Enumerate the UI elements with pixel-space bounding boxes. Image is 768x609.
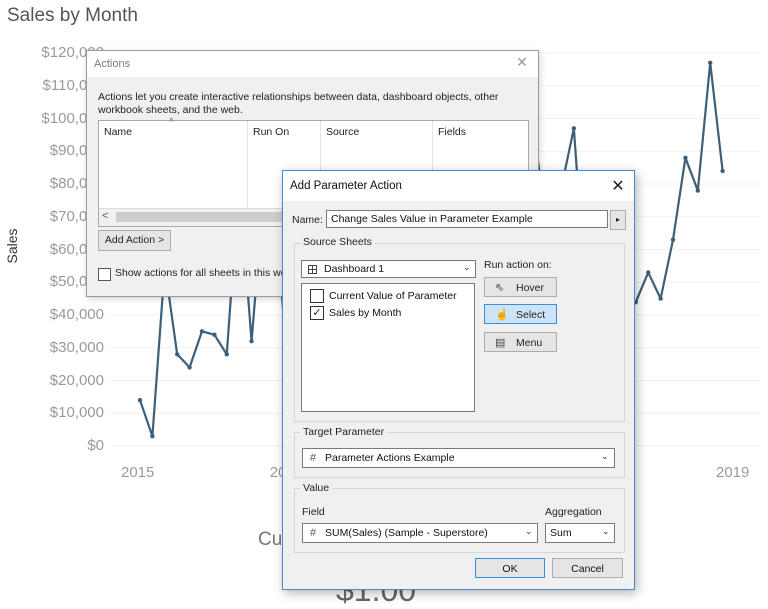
value-group bbox=[294, 488, 625, 553]
dashboard-value: Dashboard 1 bbox=[324, 263, 385, 275]
column-header-source[interactable]: Source bbox=[326, 126, 359, 138]
target-parameter-select[interactable]: # Parameter Actions Example ⌄ bbox=[302, 448, 615, 468]
sales-data-point bbox=[249, 339, 254, 344]
value-label: Value bbox=[300, 482, 333, 494]
cancel-button[interactable]: Cancel bbox=[552, 558, 623, 578]
actions-dialog-title: Actions bbox=[94, 58, 131, 70]
name-insert-arrow-icon[interactable]: ▸ bbox=[610, 210, 626, 230]
scrollbar-thumb[interactable] bbox=[116, 212, 296, 222]
field-select[interactable]: # SUM(Sales) (Sample - Superstore) ⌄ bbox=[302, 523, 538, 543]
aggregation-label: Aggregation bbox=[545, 506, 602, 518]
parameter-type-icon: # bbox=[310, 452, 317, 464]
target-parameter-value: Parameter Actions Example bbox=[325, 452, 455, 464]
close-icon[interactable]: ✕ bbox=[514, 54, 530, 71]
menu-click-icon: ▤ bbox=[495, 337, 506, 349]
add-parameter-action-dialog: Add Parameter Action ✕ Name: ▸ Source Sh… bbox=[282, 170, 635, 590]
run-on-menu-button[interactable]: ▤ Menu bbox=[484, 332, 557, 352]
dashboard-icon bbox=[308, 265, 317, 274]
chevron-down-icon: ⌄ bbox=[601, 451, 609, 461]
sales-data-point bbox=[571, 126, 577, 131]
source-sheets-list[interactable]: Current Value of Parameter ✓ Sales by Mo… bbox=[301, 283, 475, 412]
sales-data-point bbox=[695, 188, 701, 193]
chevron-down-icon: ⌄ bbox=[602, 526, 610, 536]
actions-titlebar[interactable]: Actions ✕ bbox=[87, 51, 538, 77]
scroll-left-icon[interactable]: < bbox=[102, 210, 108, 222]
sales-data-point bbox=[670, 237, 676, 242]
run-on-select-button[interactable]: ☝ Select bbox=[484, 304, 557, 324]
action-name-input[interactable] bbox=[326, 210, 608, 228]
run-on-hover-button[interactable]: ⇖ Hover bbox=[484, 277, 557, 297]
run-option-label: Menu bbox=[516, 337, 543, 349]
sales-data-point bbox=[658, 296, 663, 301]
sales-data-point bbox=[646, 270, 651, 275]
sales-data-point bbox=[150, 433, 155, 439]
show-all-sheets-checkbox[interactable] bbox=[98, 268, 111, 281]
column-divider bbox=[247, 121, 248, 215]
sheet-label-sales-by-month: Sales by Month bbox=[329, 307, 402, 319]
target-parameter-label: Target Parameter bbox=[300, 426, 388, 438]
sales-data-point bbox=[137, 397, 143, 403]
actions-description: Actions let you create interactive relat… bbox=[98, 91, 499, 116]
name-label: Name: bbox=[292, 214, 323, 226]
sales-data-point bbox=[199, 329, 205, 334]
run-action-on-label: Run action on: bbox=[484, 259, 552, 271]
ok-button[interactable]: OK bbox=[475, 558, 545, 578]
measure-type-icon: # bbox=[310, 527, 317, 539]
run-option-label: Hover bbox=[516, 282, 545, 294]
sales-data-point bbox=[683, 155, 688, 160]
param-dialog-title: Add Parameter Action bbox=[290, 180, 402, 192]
source-sheets-label: Source Sheets bbox=[300, 236, 375, 248]
chevron-down-icon: ⌄ bbox=[463, 262, 471, 272]
column-header-name[interactable]: Name bbox=[104, 126, 132, 138]
field-label: Field bbox=[302, 506, 325, 518]
sales-data-point bbox=[212, 332, 217, 337]
sales-data-point bbox=[720, 168, 725, 174]
column-header-run-on[interactable]: Run On bbox=[253, 126, 289, 138]
sheet-checkbox-current-value[interactable] bbox=[310, 289, 324, 303]
sales-data-point bbox=[224, 352, 229, 357]
add-action-button[interactable]: Add Action > bbox=[98, 230, 171, 251]
field-value: SUM(Sales) (Sample - Superstore) bbox=[325, 527, 488, 539]
pointer-icon: ⇖ bbox=[495, 282, 505, 294]
aggregation-value: Sum bbox=[550, 527, 572, 539]
run-option-label: Select bbox=[516, 309, 546, 321]
hand-click-icon: ☝ bbox=[495, 309, 509, 321]
sheet-checkbox-sales-by-month[interactable]: ✓ bbox=[310, 306, 324, 320]
sort-caret-icon: ^ bbox=[169, 117, 174, 128]
sales-data-point bbox=[708, 60, 713, 66]
close-icon[interactable]: ✕ bbox=[609, 176, 627, 196]
param-dialog-titlebar[interactable]: Add Parameter Action ✕ bbox=[283, 171, 634, 201]
aggregation-select[interactable]: Sum ⌄ bbox=[545, 523, 615, 543]
sheet-label-current-value: Current Value of Parameter bbox=[329, 290, 457, 302]
column-header-fields[interactable]: Fields bbox=[438, 126, 466, 138]
background-label: Cu bbox=[258, 529, 283, 550]
sales-data-point bbox=[174, 352, 180, 357]
dashboard-select[interactable]: Dashboard 1 ⌄ bbox=[301, 260, 476, 278]
chevron-down-icon: ⌄ bbox=[525, 526, 533, 536]
sales-data-point bbox=[187, 365, 192, 370]
show-all-sheets-label: Show actions for all sheets in this wo bbox=[115, 267, 287, 279]
